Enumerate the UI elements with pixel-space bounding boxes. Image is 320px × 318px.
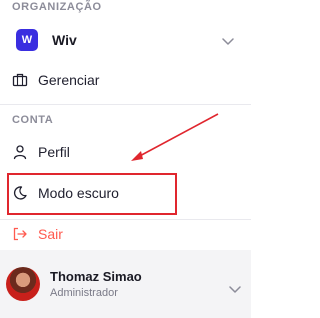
user-name: Thomaz Simao bbox=[50, 269, 142, 284]
avatar bbox=[6, 267, 40, 301]
user-role: Administrador bbox=[50, 287, 118, 299]
user-profile-card[interactable]: Thomaz Simao Administrador bbox=[0, 250, 251, 318]
chevron-down-icon bbox=[229, 281, 241, 299]
